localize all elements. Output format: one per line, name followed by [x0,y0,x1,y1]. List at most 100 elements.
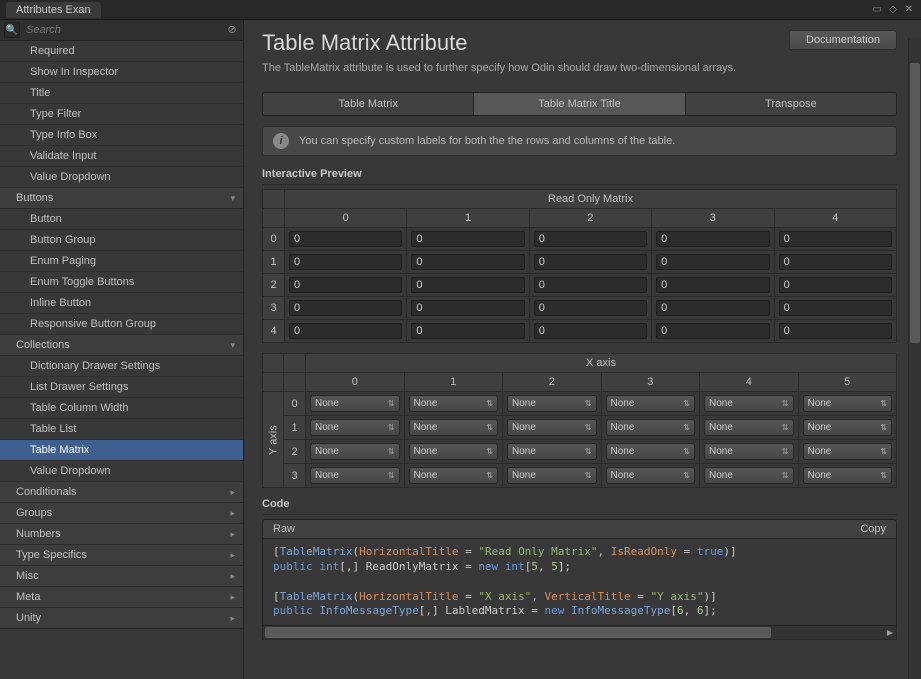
sidebar-category[interactable]: Conditionals▸ [0,482,243,503]
matrix-dropdown[interactable]: None⇅ [803,419,893,436]
dropdown-arrow-icon: ⇅ [486,423,493,432]
sidebar-item[interactable]: Value Dropdown [0,167,243,188]
matrix-cell[interactable] [656,231,769,247]
tab-btn[interactable]: Transpose [686,93,896,115]
matrix-cell[interactable] [289,231,402,247]
content: Table Matrix Attribute Documentation The… [244,20,921,679]
sidebar-item[interactable]: Validate Input [0,146,243,167]
matrix-dropdown[interactable]: None⇅ [409,395,499,412]
sidebar-item[interactable]: Type Filter [0,104,243,125]
sidebar-item[interactable]: Inline Button [0,293,243,314]
dropdown-arrow-icon: ⇅ [388,447,395,456]
matrix-cell[interactable] [779,254,892,270]
close-icon[interactable]: ✕ [903,4,915,16]
raw-button[interactable]: Raw [263,520,305,538]
matrix-dropdown[interactable]: None⇅ [507,395,597,412]
sidebar-item[interactable]: Enum Paging [0,251,243,272]
sidebar-category[interactable]: Numbers▸ [0,524,243,545]
matrix-cell[interactable] [534,277,647,293]
matrix-dropdown[interactable]: None⇅ [704,467,794,484]
matrix-cell[interactable] [656,323,769,339]
matrix-dropdown[interactable]: None⇅ [409,467,499,484]
matrix-dropdown[interactable]: None⇅ [704,419,794,436]
sidebar-item[interactable]: Title [0,83,243,104]
matrix-cell[interactable] [411,254,524,270]
matrix-dropdown[interactable]: None⇅ [409,443,499,460]
matrix-dropdown[interactable]: None⇅ [606,443,696,460]
sidebar-item[interactable]: Type Info Box [0,125,243,146]
matrix-cell[interactable] [534,323,647,339]
sidebar-category[interactable]: Groups▸ [0,503,243,524]
sidebar-category[interactable]: Collections▾ [0,335,243,356]
documentation-button[interactable]: Documentation [789,30,897,50]
matrix-cell[interactable] [289,277,402,293]
matrix-dropdown[interactable]: None⇅ [507,419,597,436]
sidebar-item[interactable]: Show In Inspector [0,62,243,83]
sidebar-item[interactable]: Table Matrix [0,440,243,461]
sidebar-item[interactable]: Enum Toggle Buttons [0,272,243,293]
matrix-cell[interactable] [289,254,402,270]
matrix-dropdown[interactable]: None⇅ [606,467,696,484]
sidebar-item[interactable]: List Drawer Settings [0,377,243,398]
matrix-cell[interactable] [411,277,524,293]
matrix-dropdown[interactable]: None⇅ [606,395,696,412]
matrix-cell[interactable] [779,323,892,339]
sidebar-item[interactable]: Value Dropdown [0,461,243,482]
matrix-dropdown[interactable]: None⇅ [803,467,893,484]
tab-btn[interactable]: Table Matrix [263,93,474,115]
search-input[interactable] [20,21,225,39]
dropdown-arrow-icon: ⇅ [880,399,887,408]
matrix-dropdown[interactable]: None⇅ [310,395,400,412]
matrix-cell[interactable] [289,323,402,339]
matrix-cell[interactable] [779,231,892,247]
sidebar-category[interactable]: Unity▸ [0,608,243,629]
matrix-dropdown[interactable]: None⇅ [606,419,696,436]
matrix-dropdown[interactable]: None⇅ [704,443,794,460]
matrix-dropdown[interactable]: None⇅ [803,443,893,460]
sidebar-item[interactable]: Required [0,41,243,62]
copy-button[interactable]: Copy [850,520,896,538]
matrix-cell[interactable] [534,254,647,270]
clear-search-icon[interactable]: ⊘ [225,23,239,37]
sidebar-item[interactable]: Table List [0,419,243,440]
matrix-cell[interactable] [289,300,402,316]
matrix-cell[interactable] [779,277,892,293]
search-icon[interactable]: 🔍 [4,22,20,38]
matrix-dropdown[interactable]: None⇅ [507,443,597,460]
matrix-cell[interactable] [656,277,769,293]
sidebar-category[interactable]: Buttons▾ [0,188,243,209]
minimize-icon[interactable]: ▭ [871,4,883,16]
dropdown-arrow-icon: ⇅ [585,471,592,480]
sidebar-item[interactable]: Dictionary Drawer Settings [0,356,243,377]
chevron-icon: ▸ [230,550,235,561]
matrix-cell[interactable] [779,300,892,316]
matrix-cell[interactable] [534,231,647,247]
matrix-dropdown[interactable]: None⇅ [310,443,400,460]
matrix-dropdown[interactable]: None⇅ [507,467,597,484]
tab-btn[interactable]: Table Matrix Title [474,93,685,115]
sidebar-item[interactable]: Button [0,209,243,230]
matrix-cell[interactable] [656,300,769,316]
sidebar-item[interactable]: Table Column Width [0,398,243,419]
matrix-cell[interactable] [411,323,524,339]
matrix-cell[interactable] [411,300,524,316]
sidebar-item[interactable]: Button Group [0,230,243,251]
matrix-dropdown[interactable]: None⇅ [409,419,499,436]
matrix-dropdown[interactable]: None⇅ [704,395,794,412]
sidebar-category[interactable]: Misc▸ [0,566,243,587]
window-tab[interactable]: Attributes Exan [6,2,101,18]
sidebar-category[interactable]: Type Specifics▸ [0,545,243,566]
matrix-cell[interactable] [534,300,647,316]
h-scrollbar-thumb[interactable] [265,627,771,638]
matrix-dropdown[interactable]: None⇅ [310,419,400,436]
chevron-icon: ▾ [230,193,235,204]
matrix-cell[interactable] [656,254,769,270]
maximize-icon[interactable]: ◇ [887,4,899,16]
scroll-right-icon[interactable]: ▶ [884,626,896,639]
code-h-scrollbar[interactable]: ◀ ▶ [262,626,897,640]
matrix-cell[interactable] [411,231,524,247]
matrix-dropdown[interactable]: None⇅ [310,467,400,484]
sidebar-item[interactable]: Responsive Button Group [0,314,243,335]
sidebar-category[interactable]: Meta▸ [0,587,243,608]
matrix-dropdown[interactable]: None⇅ [803,395,893,412]
